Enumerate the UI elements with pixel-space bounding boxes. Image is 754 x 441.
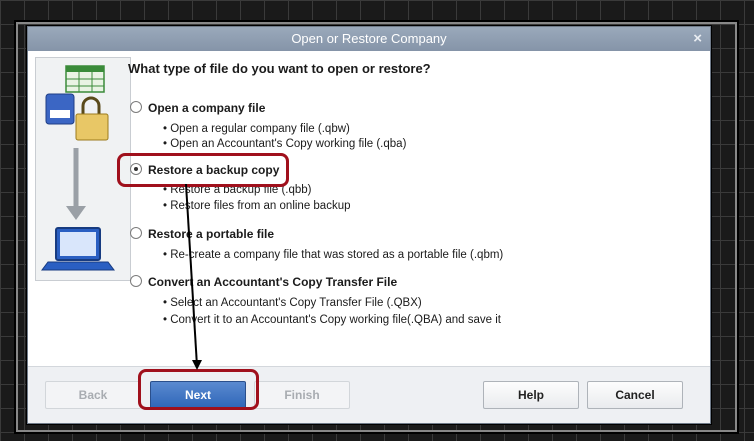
annotation-arrow [185,183,202,370]
